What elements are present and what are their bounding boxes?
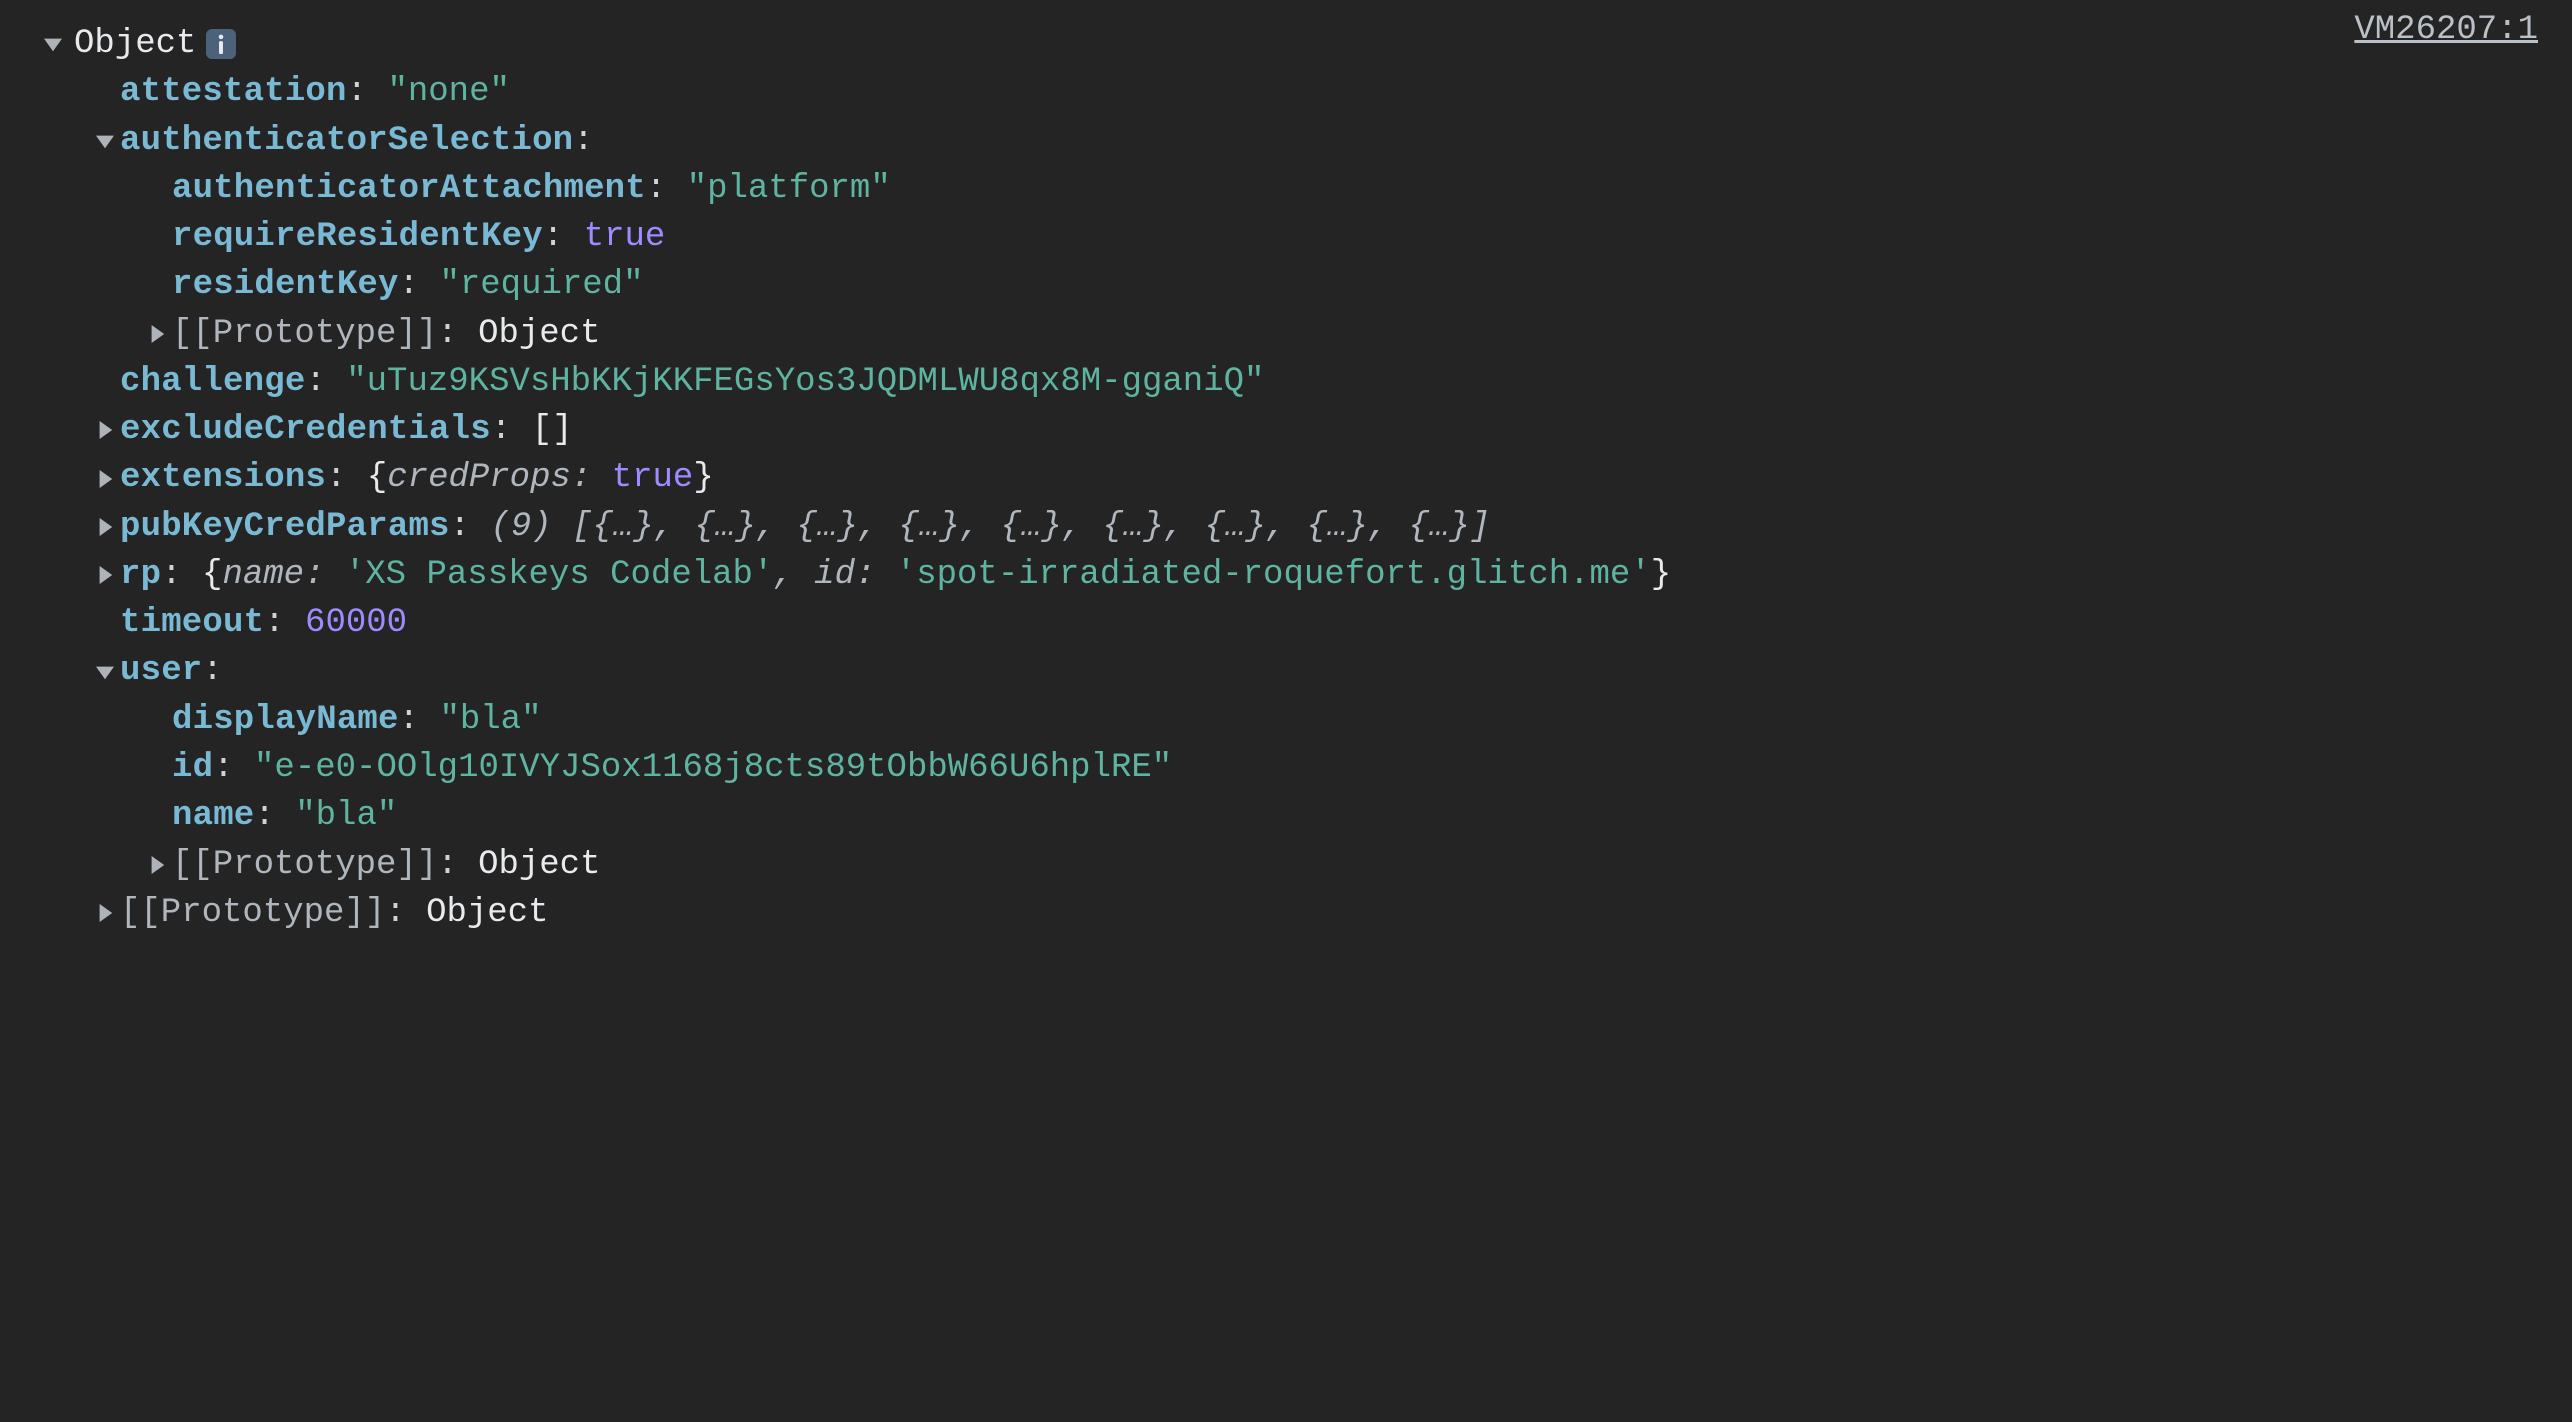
property-key: authenticatorSelection — [120, 117, 573, 165]
property-key: id — [172, 744, 213, 792]
property-key: extensions — [120, 454, 326, 502]
property-user-id[interactable]: id: "e-e0-OOlg10IVYJSox1168j8cts89tObbW6… — [38, 744, 2534, 792]
object-label: Object — [74, 20, 196, 68]
property-key: authenticatorAttachment — [172, 165, 646, 213]
console-object-view: VM26207:1 Object attestation: "none" aut… — [0, 0, 2572, 937]
property-value: "uTuz9KSVsHbKKjKKFEGsYos3JQDMLWU8qx8M-gg… — [346, 358, 1264, 406]
property-value: true — [584, 213, 666, 261]
property-rp[interactable]: rp: {name: 'XS Passkeys Codelab', id: 's… — [38, 551, 2534, 599]
property-user[interactable]: user: — [38, 647, 2534, 695]
property-key: residentKey — [172, 261, 399, 309]
property-value: "bla" — [295, 792, 397, 840]
triangle-right-icon[interactable] — [90, 518, 120, 536]
property-key: attestation — [120, 68, 347, 116]
property-user-display-name[interactable]: displayName: "bla" — [38, 696, 2534, 744]
property-extensions[interactable]: extensions: {credProps: true} — [38, 454, 2534, 502]
triangle-down-icon[interactable] — [38, 35, 68, 53]
triangle-down-icon[interactable] — [90, 132, 120, 150]
property-value-preview: [{…}, {…}, {…}, {…}, {…}, {…}, {…}, {…},… — [572, 503, 1490, 551]
property-value: Object — [478, 841, 600, 889]
property-key: requireResidentKey — [172, 213, 543, 261]
property-value: "none" — [387, 68, 509, 116]
property-value: "e-e0-OOlg10IVYJSox1168j8cts89tObbW66U6h… — [254, 744, 1172, 792]
property-key: challenge — [120, 358, 305, 406]
property-user-name[interactable]: name: "bla" — [38, 792, 2534, 840]
property-value: "platform" — [687, 165, 891, 213]
info-icon[interactable] — [206, 29, 236, 59]
property-value: [] — [532, 406, 573, 454]
property-key: user — [120, 647, 202, 695]
triangle-down-icon[interactable] — [90, 663, 120, 681]
source-link[interactable]: VM26207:1 — [2354, 6, 2538, 54]
property-prototype[interactable]: [[Prototype]]: Object — [38, 841, 2534, 889]
triangle-right-icon[interactable] — [90, 470, 120, 488]
property-value: Object — [426, 889, 548, 937]
triangle-right-icon[interactable] — [90, 904, 120, 922]
property-value: 60000 — [305, 599, 407, 647]
triangle-right-icon[interactable] — [142, 325, 172, 343]
triangle-right-icon[interactable] — [142, 856, 172, 874]
property-resident-key[interactable]: residentKey: "required" — [38, 261, 2534, 309]
property-attestation[interactable]: attestation: "none" — [38, 68, 2534, 116]
property-prototype[interactable]: [[Prototype]]: Object — [38, 889, 2534, 937]
property-authenticator-attachment[interactable]: authenticatorAttachment: "platform" — [38, 165, 2534, 213]
triangle-right-icon[interactable] — [90, 566, 120, 584]
property-value: "required" — [439, 261, 643, 309]
property-challenge[interactable]: challenge: "uTuz9KSVsHbKKjKKFEGsYos3JQDM… — [38, 358, 2534, 406]
object-root-row[interactable]: Object — [38, 20, 2534, 68]
property-key: name — [172, 792, 254, 840]
property-timeout[interactable]: timeout: 60000 — [38, 599, 2534, 647]
property-prototype[interactable]: [[Prototype]]: Object — [38, 310, 2534, 358]
property-key: excludeCredentials — [120, 406, 491, 454]
property-key: timeout — [120, 599, 264, 647]
property-exclude-credentials[interactable]: excludeCredentials: [] — [38, 406, 2534, 454]
property-value: Object — [478, 310, 600, 358]
triangle-right-icon[interactable] — [90, 421, 120, 439]
property-key: [[Prototype]] — [120, 889, 385, 937]
property-pubkey-cred-params[interactable]: pubKeyCredParams: (9) [{…}, {…}, {…}, {…… — [38, 503, 2534, 551]
property-key: displayName — [172, 696, 399, 744]
property-key: rp — [120, 551, 161, 599]
property-value: "bla" — [439, 696, 541, 744]
property-require-resident-key[interactable]: requireResidentKey: true — [38, 213, 2534, 261]
property-authenticator-selection[interactable]: authenticatorSelection: — [38, 117, 2534, 165]
property-key: [[Prototype]] — [172, 310, 437, 358]
property-key: pubKeyCredParams — [120, 503, 450, 551]
property-key: [[Prototype]] — [172, 841, 437, 889]
